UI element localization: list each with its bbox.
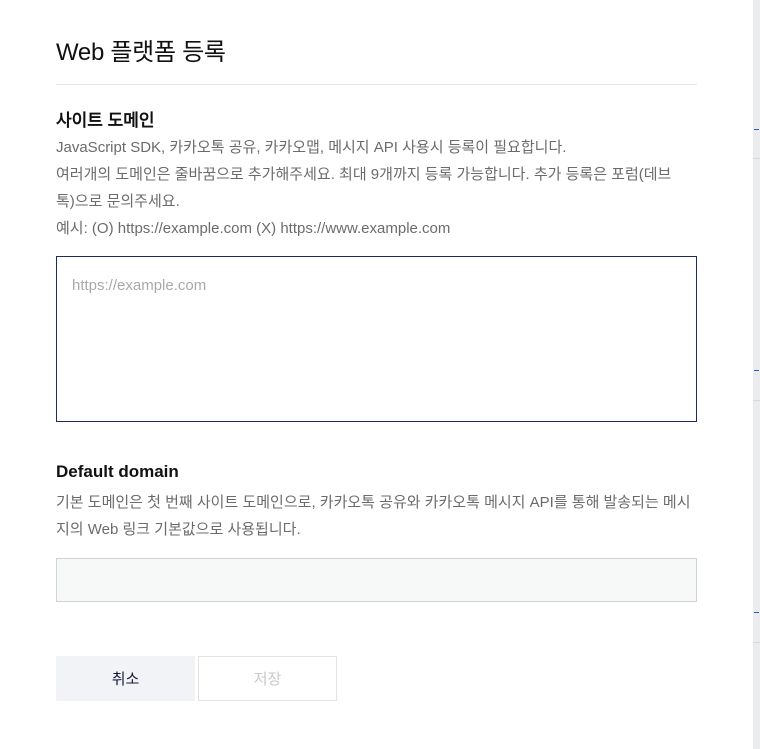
site-domain-desc-line: 여러개의 도메인은 줄바꿈으로 추가해주세요. 최대 9개까지 등록 가능합니다…	[56, 166, 672, 183]
site-domain-heading: 사이트 도메인	[56, 111, 155, 130]
save-button: 저장	[198, 656, 337, 701]
site-domain-description: JavaScript SDK, 카카오톡 공유, 카카오맵, 메시지 API 사…	[56, 134, 697, 242]
cancel-button[interactable]: 취소	[56, 656, 195, 701]
dialog-title: Web 플랫폼 등록	[56, 39, 226, 66]
background-link-fragment	[754, 358, 759, 371]
default-domain-select[interactable]	[56, 558, 697, 602]
default-domain-desc-line: 기본 도메인은 첫 번째 사이트 도메인으로, 카카오톡 공유와 카카오톡 메시…	[56, 494, 691, 511]
title-divider	[56, 84, 697, 85]
default-domain-desc-line: 지의 Web 링크 기본값으로 사용됩니다.	[56, 521, 301, 538]
background-divider	[753, 400, 760, 401]
site-domain-input[interactable]	[56, 256, 697, 422]
site-domain-desc-line: 톡)으로 문의주세요.	[56, 193, 180, 210]
web-platform-register-dialog: Web 플랫폼 등록 사이트 도메인 JavaScript SDK, 카카오톡 …	[0, 0, 753, 749]
background-divider	[753, 642, 760, 643]
background-divider	[753, 158, 760, 159]
background-link-fragment	[754, 117, 759, 130]
background-page-edge	[753, 0, 760, 749]
background-link-fragment	[754, 600, 759, 613]
site-domain-desc-line: JavaScript SDK, 카카오톡 공유, 카카오맵, 메시지 API 사…	[56, 139, 567, 156]
site-domain-desc-line: 예시: (O) https://example.com (X) https://…	[56, 220, 451, 237]
default-domain-description: 기본 도메인은 첫 번째 사이트 도메인으로, 카카오톡 공유와 카카오톡 메시…	[56, 489, 697, 543]
default-domain-heading: Default domain	[56, 462, 179, 481]
